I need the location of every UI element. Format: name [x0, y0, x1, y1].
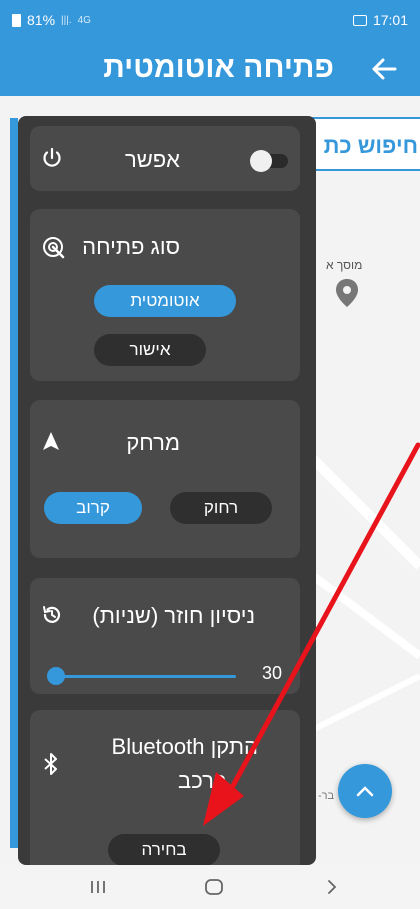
retry-card: ניסיון חוזר (שניות) 30	[30, 578, 300, 694]
page-title: פתיחה אוטומטית	[103, 51, 334, 84]
search-input[interactable]: חיפוש כת	[300, 117, 420, 171]
enable-label: אפשר	[124, 147, 180, 172]
distance-near[interactable]: קרוב	[44, 492, 142, 524]
retry-title: ניסיון חוזר (שניות)	[92, 603, 255, 628]
back-icon	[328, 880, 337, 894]
home-button[interactable]	[184, 865, 244, 909]
chevron-up-icon	[356, 786, 374, 797]
power-icon	[40, 146, 64, 175]
battery-level: 81%	[27, 12, 56, 28]
bluetooth-icon	[42, 752, 60, 781]
open-type-approval[interactable]: אישור	[94, 334, 206, 366]
enable-toggle-knob[interactable]	[250, 150, 272, 172]
nav-back-button[interactable]	[302, 865, 362, 909]
history-icon	[40, 603, 64, 632]
recent-apps-icon	[91, 881, 105, 893]
signal-icon: |||.	[61, 14, 72, 26]
open-type-title: סוג פתיחה	[82, 234, 180, 259]
map-place-label: מוסך א	[326, 258, 363, 272]
bluetooth-card: התקן Bluetooth ברכב בחירה	[30, 710, 300, 865]
bluetooth-select-button[interactable]: בחירה	[108, 834, 220, 865]
expand-up-button[interactable]	[338, 764, 392, 818]
open-type-automatic[interactable]: אוטומטית	[94, 285, 236, 317]
distance-card: מרחק קרוב רחוק	[30, 400, 300, 558]
radar-icon	[40, 234, 66, 265]
map-edge-stripe	[10, 118, 18, 848]
arrow-left-icon	[372, 58, 397, 80]
retry-slider-thumb[interactable]	[47, 667, 65, 685]
battery-icon	[12, 13, 21, 27]
settings-panel: אפשר סוג פתיחה אוטומטית אישור מרחק קרוב …	[18, 116, 316, 865]
bluetooth-title-line1: התקן Bluetooth	[111, 734, 258, 759]
status-right: 17:01	[352, 12, 408, 28]
image-notification-icon	[352, 14, 367, 26]
retry-value: 30	[262, 663, 283, 683]
map-pin-icon[interactable]	[335, 278, 359, 313]
distance-title: מרחק	[126, 430, 180, 455]
bluetooth-title-line2: ברכב	[178, 768, 227, 793]
map-place-sublabel: בר-	[318, 790, 335, 802]
back-button[interactable]	[358, 46, 410, 92]
enable-card: אפשר	[30, 126, 300, 191]
system-nav-bar	[0, 865, 420, 909]
distance-far[interactable]: רחוק	[170, 492, 272, 524]
clock: 17:01	[372, 12, 408, 28]
retry-slider-track[interactable]	[60, 675, 236, 678]
recent-apps-button[interactable]	[68, 865, 128, 909]
network-type: 4G	[77, 14, 91, 26]
app-bar: פתיחה אוטומטית	[0, 42, 420, 96]
status-bar: 81% |||. 4G 17:01	[0, 0, 420, 42]
navigation-arrow-icon	[40, 430, 62, 457]
open-type-card: סוג פתיחה אוטומטית אישור	[30, 209, 300, 381]
home-icon	[205, 879, 223, 895]
status-left: 81% |||. 4G	[12, 12, 91, 28]
